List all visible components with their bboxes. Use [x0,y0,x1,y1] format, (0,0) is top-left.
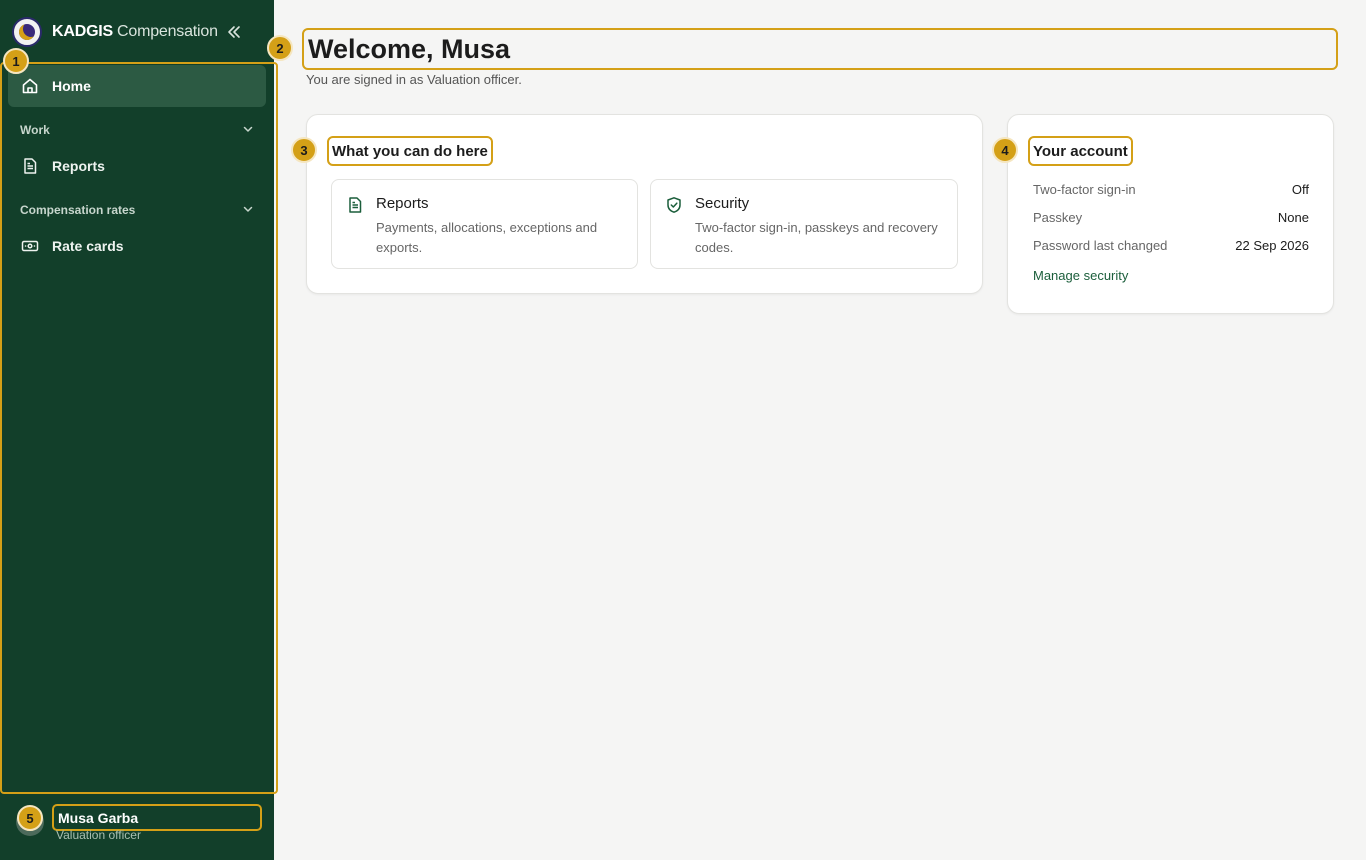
annotation-marker-1: 1 [3,48,29,74]
section-work[interactable]: Work [20,120,254,140]
sidebar-item-label: Home [52,78,91,94]
home-icon [20,76,40,96]
logo [12,17,42,47]
section-label: Compensation rates [20,203,136,217]
page-title-highlight: Welcome, Musa [302,28,1338,70]
tile-title: Security [695,195,750,212]
document-icon [20,156,40,176]
sidebar-item-label: Reports [52,158,105,174]
sidebar: KADGIS Compensation Home Work Reports Co… [0,0,278,860]
document-icon [346,196,364,214]
account-card: Your account Two-factor sign-in Off Pass… [1007,114,1334,314]
sidebar-item-rate-cards[interactable]: Rate cards [8,225,266,267]
user-role: Valuation officer [56,828,141,842]
section-label: Work [20,123,50,137]
security-tile[interactable]: Security Two-factor sign-in, passkeys an… [650,179,958,269]
brand-subtitle: Compensation [117,23,218,40]
reports-tile[interactable]: Reports Payments, allocations, exception… [331,179,638,269]
sidebar-item-home[interactable]: Home [8,65,266,107]
page-title: Welcome, Musa [308,33,511,64]
card-title-highlight: Your account [1028,136,1133,166]
chevron-down-icon [242,203,254,218]
annotation-marker-4: 4 [992,137,1018,163]
account-key: Passkey [1033,209,1083,225]
sidebar-item-label: Rate cards [52,238,124,254]
brand[interactable]: KADGIS Compensation [12,16,262,48]
card-title: What you can do here [332,142,488,160]
page-subtitle: You are signed in as Valuation officer. [306,72,522,87]
user-name-highlight: Musa Garba [52,804,262,831]
account-row-two-factor: Two-factor sign-in Off [1033,179,1309,199]
section-compensation-rates[interactable]: Compensation rates [20,200,254,220]
annotation-marker-2: 2 [267,35,293,61]
collapse-sidebar-icon[interactable] [224,22,244,42]
tile-title: Reports [376,195,429,212]
tile-description: Payments, allocations, exceptions and ex… [376,220,598,255]
user-profile[interactable]: Musa Garba Valuation officer [0,794,274,860]
sidebar-item-reports[interactable]: Reports [8,145,266,187]
actions-card: What you can do here Reports Payments, a… [306,114,983,294]
account-row-password-changed: Password last changed 22 Sep 2026 [1033,235,1309,255]
manage-security-link[interactable]: Manage security [1033,268,1128,283]
account-key: Password last changed [1033,237,1168,253]
account-value: Off [1291,181,1309,197]
card-title: Your account [1033,142,1128,160]
shield-check-icon [665,196,683,214]
brand-name: KADGIS [52,23,114,40]
card-title-highlight: What you can do here [327,136,493,166]
banknote-icon [20,236,40,256]
annotation-marker-3: 3 [291,137,317,163]
account-value: None [1277,209,1309,225]
annotation-marker-5: 5 [17,805,43,831]
user-name: Musa Garba [58,809,139,826]
chevron-down-icon [242,123,254,138]
account-row-passkey: Passkey None [1033,207,1309,227]
tile-description: Two-factor sign-in, passkeys and recover… [695,220,938,255]
account-key: Two-factor sign-in [1033,181,1136,197]
account-value: 22 Sep 2026 [1235,237,1309,253]
